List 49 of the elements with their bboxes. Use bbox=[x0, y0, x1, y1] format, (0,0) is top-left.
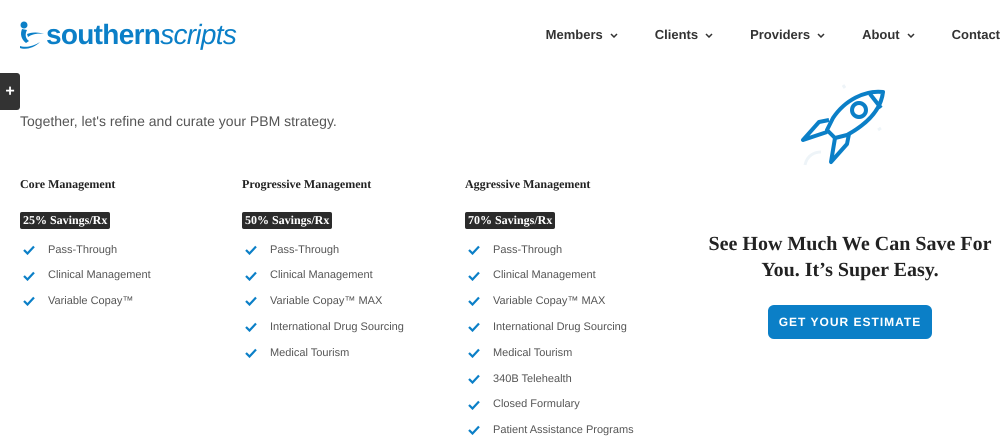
nav-link[interactable]: About bbox=[862, 25, 915, 45]
check-icon bbox=[468, 374, 480, 384]
logo-text[interactable]: southernscripts bbox=[46, 21, 236, 49]
logo-figure-icon bbox=[18, 20, 44, 50]
savings-badge: 70% Savings/Rx bbox=[465, 212, 556, 229]
feature-text: Variable Copay™ MAX bbox=[493, 294, 606, 310]
feature-text: International Drug Sourcing bbox=[270, 320, 404, 336]
feature-text: Patient Assistance Programs bbox=[493, 423, 634, 438]
check-icon bbox=[23, 244, 35, 255]
feature-text: Medical Tourism bbox=[493, 346, 572, 361]
feature-text: Variable Copay™ bbox=[48, 294, 134, 310]
expand-tab[interactable]: + bbox=[0, 73, 20, 110]
feature-text: Pass-Through bbox=[48, 242, 118, 258]
feature-text: Closed Formulary bbox=[493, 397, 580, 412]
plan-title: Progressive Management bbox=[242, 176, 372, 193]
check-icon bbox=[23, 296, 35, 306]
plan-title: Aggressive Management bbox=[465, 176, 592, 193]
nav-link[interactable]: Providers bbox=[750, 25, 826, 45]
feature-text: Medical Tourism bbox=[270, 346, 350, 361]
feature-text: Clinical Management bbox=[270, 268, 373, 284]
plan-title: Core Management bbox=[20, 176, 116, 193]
check-icon bbox=[468, 296, 480, 306]
check-icon bbox=[23, 270, 35, 281]
check-icon bbox=[468, 425, 480, 436]
feature-text: Clinical Management bbox=[48, 268, 151, 284]
nav-link[interactable]: Contact bbox=[952, 25, 1000, 45]
savings-badge: 25% Savings/Rx bbox=[20, 212, 110, 229]
check-icon bbox=[245, 322, 257, 332]
savings-badge: 50% Savings/Rx bbox=[242, 212, 332, 229]
tagline: Together, let's refine and curate your PBM strategy. bbox=[20, 112, 338, 131]
check-icon bbox=[245, 348, 257, 358]
nav-link[interactable]: Clients bbox=[654, 25, 714, 45]
check-icon bbox=[468, 400, 480, 410]
check-icon bbox=[468, 348, 480, 358]
feature-text: Clinical Management bbox=[493, 268, 596, 284]
feature-text: International Drug Sourcing bbox=[493, 320, 627, 336]
check-icon bbox=[468, 244, 480, 255]
check-icon bbox=[245, 244, 257, 255]
check-icon bbox=[245, 296, 257, 306]
feature-text: Pass-Through bbox=[270, 242, 340, 258]
nav-link[interactable]: Members bbox=[546, 25, 618, 45]
check-icon bbox=[468, 270, 480, 281]
check-icon bbox=[245, 270, 257, 281]
feature-text: 340B Telehealth bbox=[493, 372, 572, 387]
feature-text: Pass-Through bbox=[493, 242, 562, 258]
feature-text: Variable Copay™ MAX bbox=[270, 294, 382, 310]
promo-heading: See How Much We Can Save For You. It’s Super Easy. bbox=[708, 232, 992, 283]
estimate-button[interactable]: GET YOUR ESTIMATE bbox=[768, 305, 932, 339]
check-icon bbox=[468, 322, 480, 332]
